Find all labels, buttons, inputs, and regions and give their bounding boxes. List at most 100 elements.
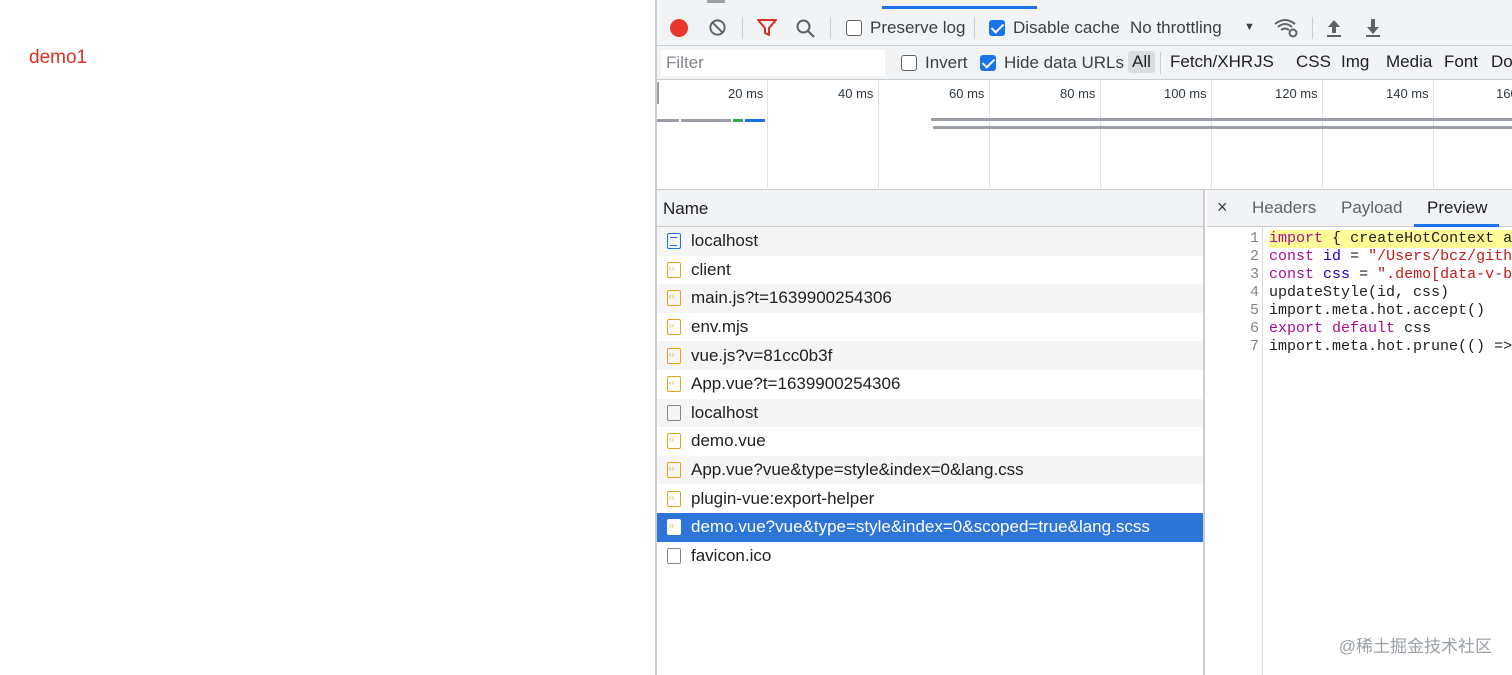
request-name: plugin-vue:export-helper: [691, 488, 875, 508]
request-name: main.js?t=1639900254306: [691, 288, 892, 308]
table-row[interactable]: App.vue?vue&type=style&index=0&lang.css: [657, 455, 1203, 485]
chevron-down-icon[interactable]: ▼: [1244, 21, 1255, 33]
hide-data-urls-label[interactable]: Hide data URLs: [1004, 53, 1124, 73]
table-row[interactable]: main.js?t=1639900254306: [657, 284, 1203, 313]
timeline-tick-label: 160 ms: [1496, 86, 1512, 101]
document-icon: [667, 233, 681, 250]
timeline-cursor: [657, 82, 659, 104]
timeline-request-bar: [745, 119, 765, 122]
code-line: 5 import.meta.hot.accept(): [1207, 302, 1512, 320]
detail-tabbar: × Headers Payload Preview: [1207, 190, 1512, 227]
request-name: localhost: [691, 402, 759, 422]
type-filter-fetch-xhr[interactable]: Fetch/XHR: [1166, 51, 1257, 73]
type-filter-all[interactable]: All: [1128, 51, 1155, 73]
timeline-gridline: [767, 80, 768, 190]
filter-bar: Invert Hide data URLs All Fetch/XHR JS C…: [657, 46, 1512, 80]
filter-icon[interactable]: [756, 18, 778, 38]
watermark: @稀土掘金技术社区: [1338, 637, 1492, 656]
hide-data-urls-checkbox[interactable]: [980, 55, 996, 71]
type-filter-doc[interactable]: Doc: [1487, 51, 1512, 73]
code-line: 6 export default css: [1207, 320, 1512, 338]
filter-input[interactable]: [661, 50, 885, 76]
table-row[interactable]: client: [657, 256, 1203, 285]
table-row[interactable]: demo.vue: [657, 427, 1203, 456]
code-line: 1 import { createHotContext a: [1207, 230, 1512, 248]
timeline-request-bar: [733, 119, 743, 122]
timeline-request-bar: [931, 118, 1512, 121]
file-icon: [667, 404, 681, 421]
type-filter-css[interactable]: CSS: [1292, 51, 1335, 73]
type-filter-media[interactable]: Media: [1382, 51, 1436, 73]
timeline-gridline: [1433, 80, 1434, 190]
preserve-log-label[interactable]: Preserve log: [870, 18, 965, 38]
timeline-tick-label: 140 ms: [1386, 86, 1429, 101]
line-number: 2: [1249, 248, 1259, 265]
throttling-select[interactable]: No throttling: [1130, 18, 1222, 38]
tab-indicator: [707, 0, 725, 3]
import-har-icon[interactable]: [1325, 17, 1343, 39]
disable-cache-checkbox[interactable]: [989, 20, 1005, 36]
table-row[interactable]: plugin-vue:export-helper: [657, 484, 1203, 513]
table-row[interactable]: App.vue?t=1639900254306: [657, 370, 1203, 399]
timeline-gridline: [1100, 80, 1101, 190]
type-filter-img[interactable]: Img: [1337, 51, 1373, 73]
code-line: 4 updateStyle(id, css): [1207, 284, 1512, 302]
network-toolbar: Preserve log Disable cache No throttling…: [657, 9, 1512, 46]
script-file-icon: [667, 433, 681, 450]
line-number: 4: [1249, 284, 1259, 301]
request-name: localhost: [691, 231, 759, 251]
devtools-network-panel: Preserve log Disable cache No throttling…: [655, 0, 1512, 675]
request-name: favicon.ico: [691, 545, 772, 565]
request-detail: × Headers Payload Preview 1 import { crea…: [1207, 190, 1512, 675]
page-viewport: demo1: [0, 0, 655, 675]
script-file-icon: [667, 376, 681, 393]
invert-label[interactable]: Invert: [925, 53, 968, 73]
record-icon[interactable]: [670, 19, 688, 37]
request-name: env.mjs: [691, 317, 749, 337]
network-conditions-icon[interactable]: [1273, 16, 1299, 38]
request-name: App.vue?vue&type=style&index=0&lang.css: [691, 460, 1024, 480]
script-file-icon: [667, 319, 681, 336]
clear-icon[interactable]: [708, 18, 727, 37]
export-har-icon[interactable]: [1364, 17, 1382, 39]
table-row[interactable]: localhost: [657, 398, 1203, 428]
preserve-log-checkbox[interactable]: [846, 20, 862, 36]
toolbar-divider: [1312, 17, 1313, 39]
timeline-tick-label: 40 ms: [838, 86, 874, 101]
invert-checkbox[interactable]: [901, 55, 917, 71]
search-icon[interactable]: [795, 18, 816, 39]
toolbar-divider: [830, 17, 831, 39]
table-row[interactable]: demo.vue?vue&type=style&index=0&scoped=t…: [657, 512, 1203, 542]
timeline-overview[interactable]: 20 ms 40 ms 60 ms 80 ms 100 ms 120 ms 14…: [657, 80, 1512, 190]
timeline-gridline: [1211, 80, 1212, 190]
script-file-icon: [667, 290, 681, 307]
timeline-request-bar: [657, 119, 679, 122]
type-filter-js[interactable]: JS: [1250, 51, 1278, 73]
line-number: 6: [1249, 320, 1259, 337]
file-icon: [667, 547, 681, 564]
demo-text: demo1: [29, 47, 88, 68]
code-text: export default css: [1269, 320, 1432, 337]
script-file-icon: [667, 519, 681, 536]
code-line: 7 import.meta.hot.prune(() =>: [1207, 338, 1512, 356]
preview-code[interactable]: 1 import { createHotContext a 2 const id = …: [1207, 227, 1512, 675]
disable-cache-label[interactable]: Disable cache: [1013, 18, 1120, 38]
request-list: Name localhost client main.js?t=1639900254…: [657, 190, 1205, 675]
code-line: 3 const css = ".demo[data-v-b: [1207, 266, 1512, 284]
request-name: vue.js?v=81cc0b3f: [691, 345, 833, 365]
table-row[interactable]: env.mjs: [657, 313, 1203, 342]
tab-payload[interactable]: Payload: [1341, 198, 1402, 218]
close-icon[interactable]: ×: [1217, 197, 1228, 218]
table-row[interactable]: localhost: [657, 227, 1203, 256]
tab-headers[interactable]: Headers: [1252, 198, 1316, 218]
table-row[interactable]: vue.js?v=81cc0b3f: [657, 341, 1203, 370]
request-name: demo.vue: [691, 431, 766, 451]
table-row[interactable]: favicon.ico: [657, 542, 1203, 571]
code-text: import { createHotContext a: [1269, 230, 1512, 248]
type-filter-font[interactable]: Font: [1440, 51, 1482, 73]
code-text: const css = ".demo[data-v-b: [1269, 266, 1512, 283]
timeline-gridline: [989, 80, 990, 190]
timeline-gridline: [878, 80, 879, 190]
name-column-header[interactable]: Name: [657, 190, 1203, 227]
tab-preview[interactable]: Preview: [1427, 198, 1487, 218]
